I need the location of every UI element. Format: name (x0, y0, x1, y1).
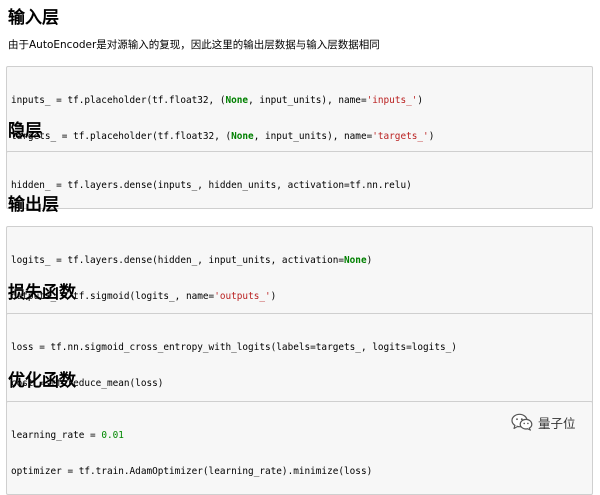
code-line: logits_ = tf.layers.dense(hidden_, input… (11, 255, 373, 266)
input-description: 由于AutoEncoder是对源输入的复现，因此这里的输出层数据与输入层数据相同 (8, 39, 380, 51)
section-title-optimizer: 优化函数 (8, 371, 76, 391)
code-line: outputs_ = tf.sigmoid(logits_, name='out… (11, 291, 277, 302)
code-cell-hidden[interactable]: hidden_ = tf.layers.dense(inputs_, hidde… (6, 151, 593, 209)
code-cell-input[interactable]: inputs_ = tf.placeholder(tf.float32, (No… (6, 66, 593, 160)
code-cell-output[interactable]: logits_ = tf.layers.dense(hidden_, input… (6, 226, 593, 320)
code-line: optimizer = tf.train.AdamOptimizer(learn… (11, 466, 373, 477)
code-line: cost = tf.reduce_mean(loss) (11, 378, 164, 389)
section-title-hidden: 隐层 (8, 121, 42, 141)
code-line: hidden_ = tf.layers.dense(inputs_, hidde… (11, 180, 412, 191)
section-title-input: 输入层 (8, 8, 59, 28)
code-line: loss = tf.nn.sigmoid_cross_entropy_with_… (11, 342, 457, 353)
code-line: targets_ = tf.placeholder(tf.float32, (N… (11, 131, 435, 142)
wechat-icon (511, 413, 533, 431)
code-line: learning_rate = 0.01 (11, 430, 124, 441)
code-cell-loss[interactable]: loss = tf.nn.sigmoid_cross_entropy_with_… (6, 313, 593, 407)
section-title-loss: 损失函数 (8, 283, 76, 303)
watermark-text: 量子位 (538, 415, 576, 431)
watermark: 量子位 (511, 411, 576, 433)
section-title-output: 输出层 (8, 195, 59, 215)
code-cell-optimizer[interactable]: learning_rate = 0.01 optimizer = tf.trai… (6, 401, 593, 495)
code-line: inputs_ = tf.placeholder(tf.float32, (No… (11, 95, 424, 106)
